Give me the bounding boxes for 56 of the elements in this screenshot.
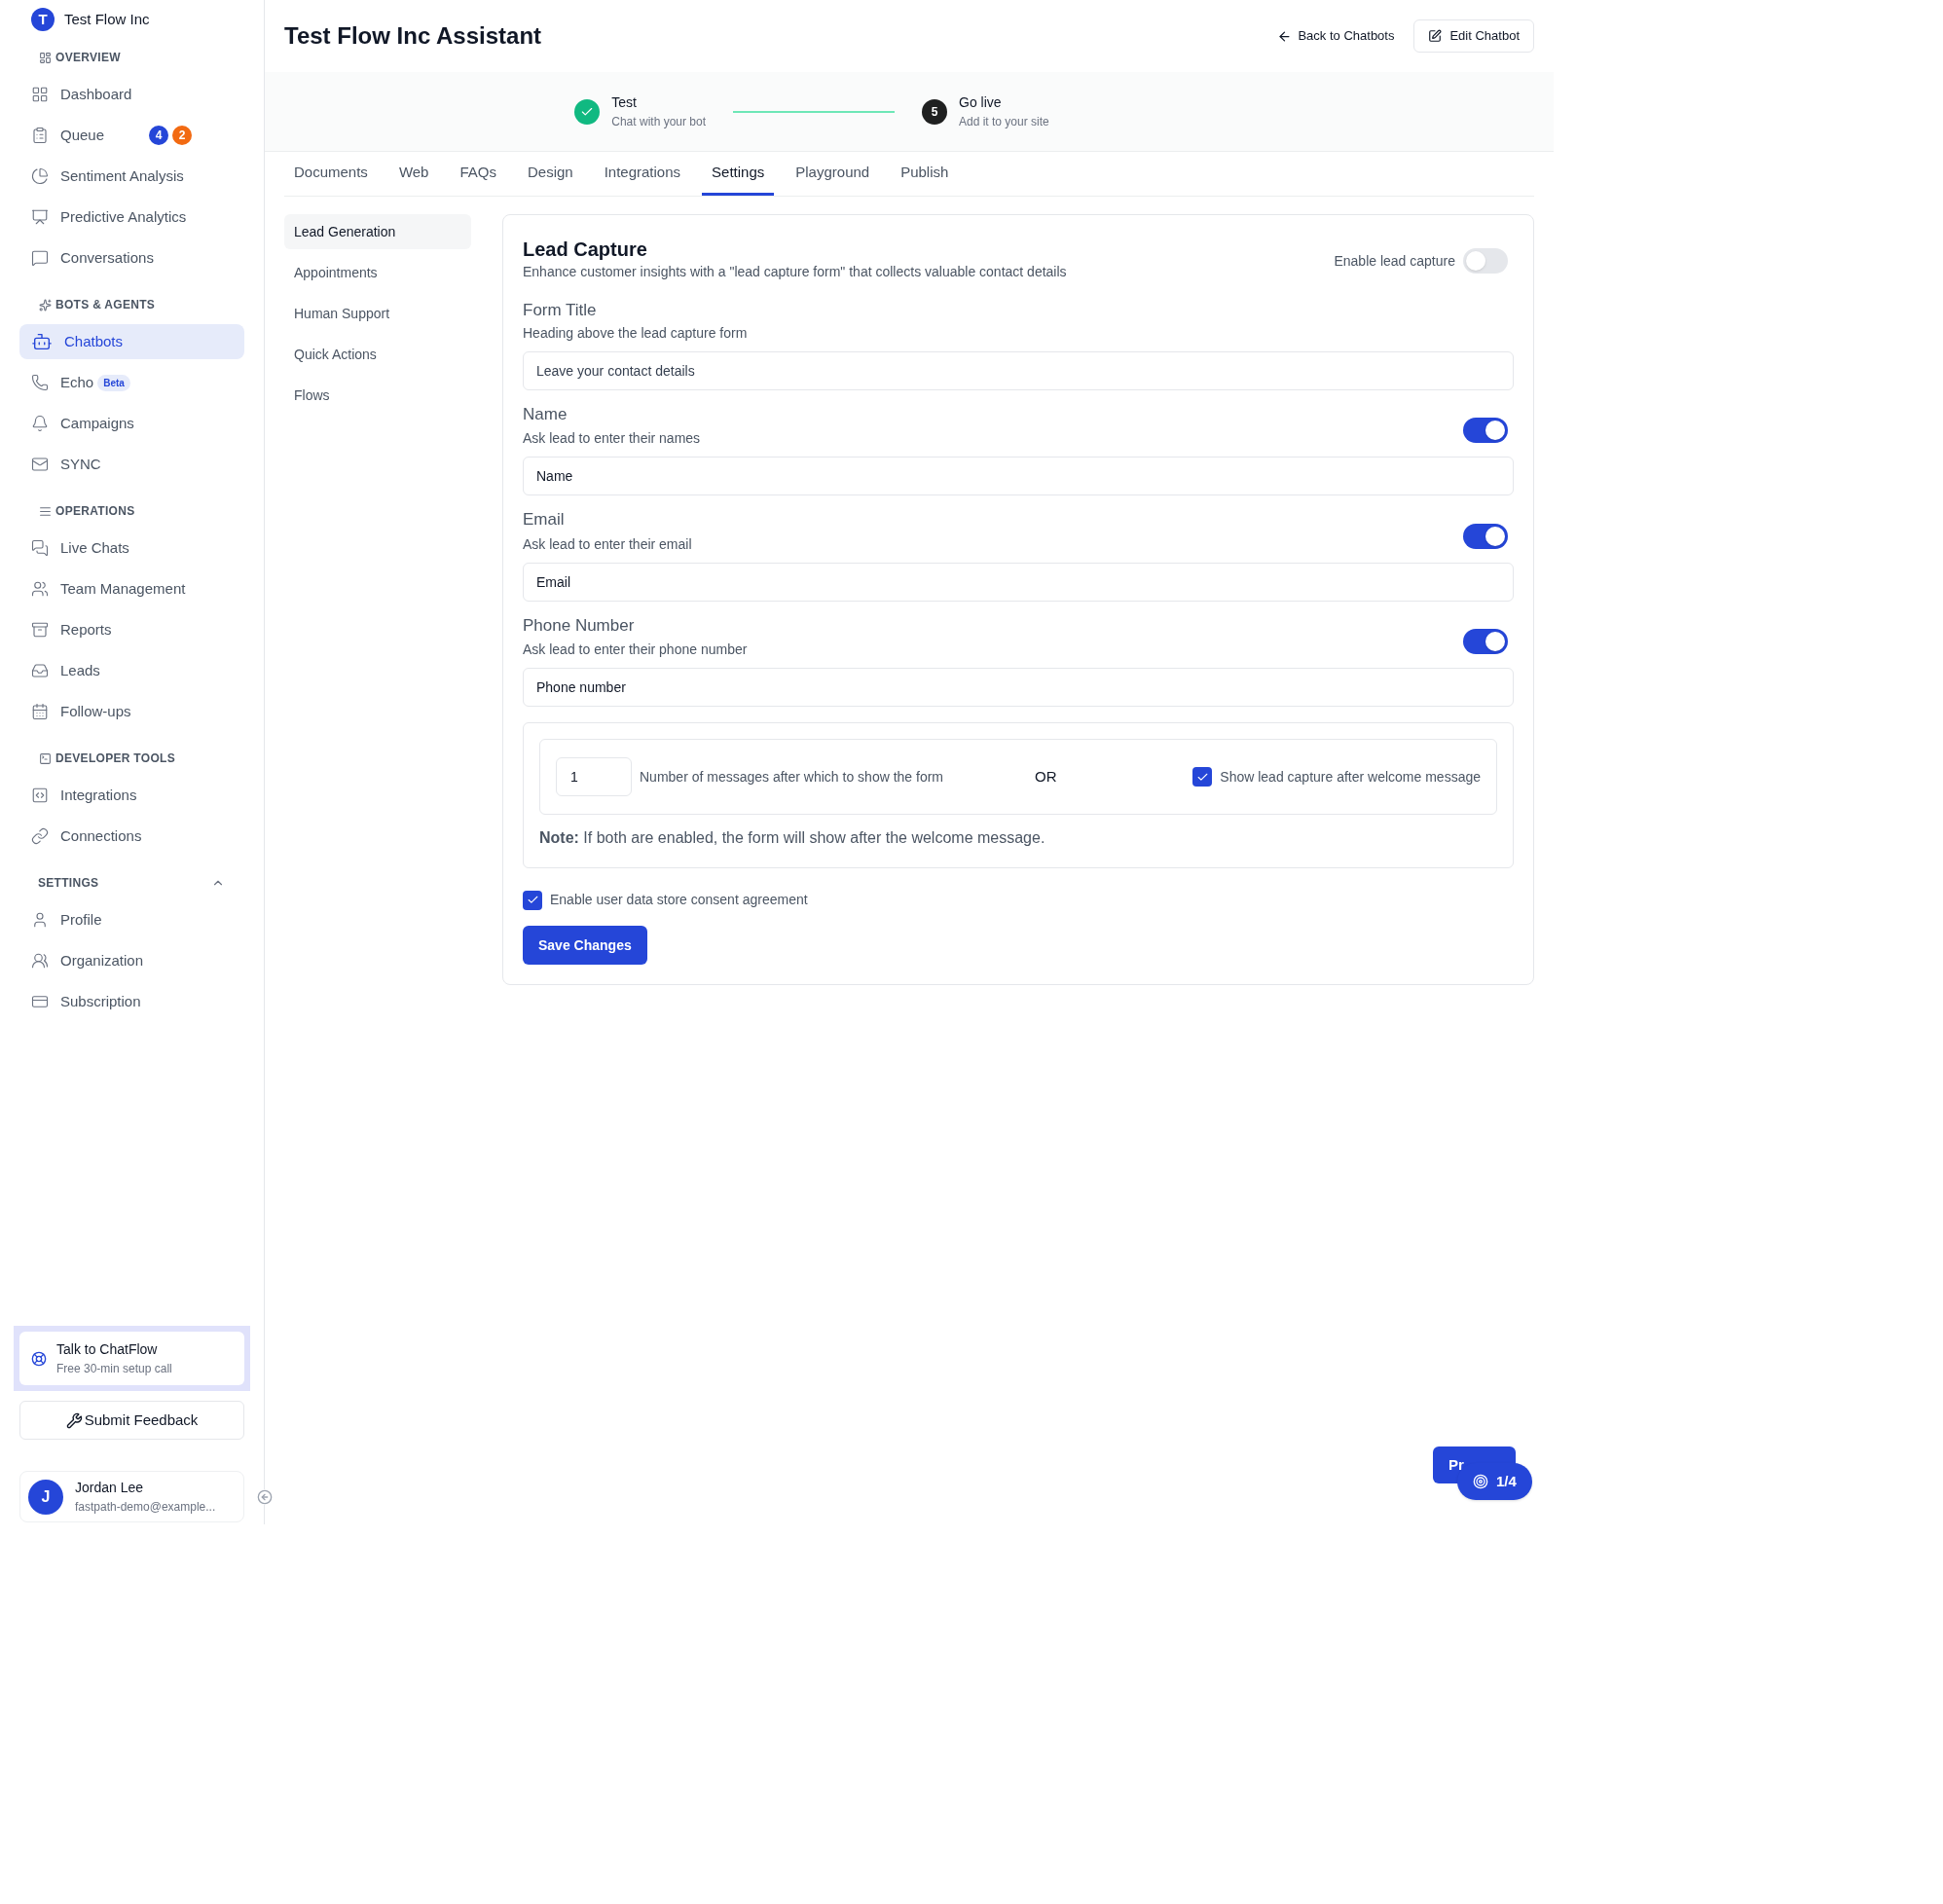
toggle-label: Enable lead capture: [1334, 251, 1455, 271]
beta-tag: Beta: [97, 374, 130, 391]
step-title: Go live: [959, 93, 1003, 112]
step-subtitle: Add it to your site: [959, 114, 1049, 130]
field-label: Form Title: [523, 300, 598, 321]
checkbox-label: Enable user data store consent agreement: [550, 891, 808, 909]
card-title: Lead Capture: [523, 238, 648, 262]
field-hint: Ask lead to enter their phone number: [523, 641, 748, 659]
sidebar-label: Chatbots: [64, 331, 124, 351]
section-title: DEVELOPER TOOLS: [55, 751, 175, 767]
step-title: Test: [611, 93, 638, 112]
sidebar-label: Follow-ups: [60, 701, 131, 721]
field-hint: Heading above the lead capture form: [523, 323, 749, 343]
field-label: Name: [523, 403, 568, 425]
section-title: OPERATIONS: [55, 503, 135, 520]
sidebar-label: Profile: [60, 909, 102, 930]
card-description: Enhance customer insights with a "lead capture form" that collects valuable contact details: [523, 263, 1067, 281]
checkbox-label: Show lead capture after welcome message: [1220, 767, 1481, 787]
sidebar-label: SYNC: [60, 454, 101, 474]
sidebar-label: Reports: [60, 619, 112, 640]
section-title: OVERVIEW: [55, 50, 121, 66]
call-subtitle: Free 30-min setup call: [56, 1361, 172, 1377]
sidebar-label: Echo: [60, 372, 94, 392]
user-email: fastpath-demo@example...: [75, 1499, 216, 1516]
note-text: Note: If both are enabled, the form will show after the welcome message.: [539, 828, 1046, 848]
step-subtitle: Chat with your bot: [611, 114, 706, 130]
user-avatar: J: [28, 1479, 63, 1515]
sidebar-label: Dashboard: [60, 84, 132, 104]
sidebar-label: Predictive Analytics: [60, 206, 187, 227]
sidebar-label: Connections: [60, 825, 142, 846]
field-hint: Ask lead to enter their email: [523, 534, 692, 554]
sidebar-label: Organization: [60, 950, 144, 970]
sidebar-label: Live Chats: [60, 537, 129, 558]
sidebar-label: Conversations: [60, 247, 154, 268]
user-name: Jordan Lee: [75, 1479, 145, 1497]
org-name: Test Flow Inc: [64, 9, 150, 29]
sidebar-label: Team Management: [60, 578, 186, 599]
field-label: Email: [523, 509, 566, 531]
call-title: Talk to ChatFlow: [56, 1340, 159, 1359]
sidebar-label: Integrations: [60, 785, 137, 805]
sidebar-label: Sentiment Analysis: [60, 165, 184, 186]
sidebar-label: Leads: [60, 660, 100, 680]
section-title: SETTINGS: [38, 875, 99, 892]
field-hint: Ask lead to enter their names: [523, 429, 701, 448]
field-label: Phone Number: [523, 614, 636, 637]
count-label: Number of messages after which to show the form: [640, 767, 944, 787]
sidebar-label: Subscription: [60, 991, 141, 1011]
sidebar-label: Campaigns: [60, 413, 134, 433]
section-title: BOTS & AGENTS: [55, 297, 156, 313]
org-avatar: T: [31, 8, 55, 31]
or-label: OR: [1035, 766, 1057, 787]
count-badge: 4: [149, 126, 169, 145]
step-number: 5: [922, 98, 947, 125]
count-badge: 2: [172, 126, 193, 145]
page-title: Test Flow Inc Assistant: [284, 21, 542, 51]
sidebar-label: Queue: [60, 125, 105, 145]
